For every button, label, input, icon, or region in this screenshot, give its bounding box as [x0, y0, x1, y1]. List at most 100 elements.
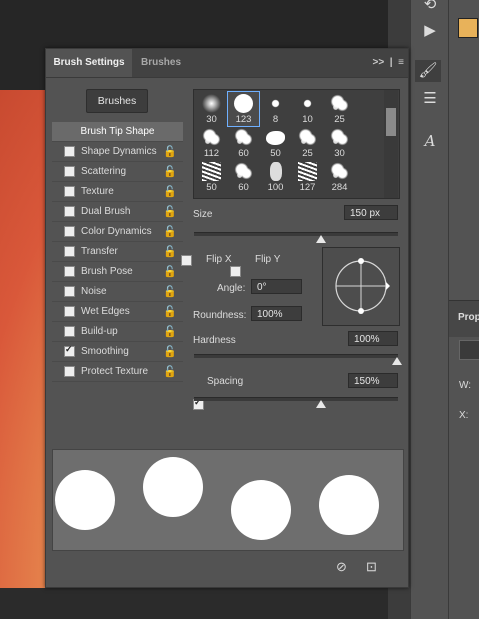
brush-tip-size: 60	[238, 148, 249, 159]
lock-icon[interactable]: 🔓	[163, 345, 177, 358]
scrollbar-thumb[interactable]	[386, 108, 396, 136]
brush-option-checkbox[interactable]	[64, 344, 75, 357]
character-icon[interactable]: A	[417, 130, 443, 152]
brush-grid-scrollbar[interactable]	[384, 90, 398, 198]
brush-tip-preset[interactable]: 123	[227, 91, 260, 127]
brush-option-checkbox[interactable]	[64, 306, 75, 317]
history-icon[interactable]: ⟲	[417, 0, 443, 16]
brush-option-checkbox[interactable]	[64, 326, 75, 337]
brush-tip-preset[interactable]: 112	[196, 126, 227, 160]
brush-tip-preset[interactable]: 30	[324, 126, 355, 160]
brush-option-row[interactable]: Transfer 🔓	[52, 242, 183, 262]
brush-option-row[interactable]: Texture 🔓	[52, 182, 183, 202]
brushes-button[interactable]: Brushes	[86, 89, 148, 113]
tab-brushes[interactable]: Brushes	[134, 49, 188, 77]
panel-dock-toolbar: ⟲ ▶ 🖌 ☰ A	[410, 0, 449, 619]
brush-tip-icon	[202, 128, 221, 147]
brush-tip-icon	[298, 128, 317, 147]
spacing-slider-knob[interactable]	[316, 400, 326, 408]
size-label: Size	[193, 209, 213, 220]
brush-tip-preset[interactable]: 50	[260, 126, 291, 160]
brush-option-checkbox[interactable]	[64, 186, 75, 197]
brush-tip-preset[interactable]: 25	[292, 126, 323, 160]
toggle-preview-icon[interactable]: ⊘	[336, 559, 347, 575]
brush-tip-preset[interactable]: 60	[228, 126, 259, 160]
hardness-input[interactable]: 100%	[348, 331, 398, 346]
foreground-color-swatch[interactable]	[458, 18, 478, 38]
size-slider[interactable]	[194, 232, 398, 236]
brush-tip-grid[interactable]: 30 123 8 10 25 112 60 50 25 30 50 60 100 127 284	[193, 89, 400, 199]
brush-tip-preset[interactable]: 284	[324, 160, 355, 194]
angle-roundness-widget[interactable]	[322, 247, 400, 326]
lock-icon[interactable]: 🔓	[163, 225, 177, 238]
tab-brush-settings[interactable]: Brush Settings	[46, 49, 132, 77]
flip-x-checkbox[interactable]	[181, 255, 192, 266]
brush-option-row[interactable]: Build-up 🔓	[52, 322, 183, 342]
flip-y-checkbox[interactable]	[230, 266, 241, 277]
spacing-input[interactable]: 150%	[348, 373, 398, 388]
brush-option-checkbox[interactable]	[64, 166, 75, 177]
brush-tip-size: 127	[299, 182, 316, 193]
brush-option-checkbox[interactable]	[64, 226, 75, 237]
brush-option-row[interactable]: Shape Dynamics 🔓	[52, 142, 183, 162]
brush-tip-preset[interactable]: 10	[292, 92, 323, 126]
preview-dot	[319, 475, 379, 535]
brush-tip-preset[interactable]: 8	[260, 92, 291, 126]
lock-icon[interactable]: 🔓	[163, 205, 177, 218]
brush-option-checkbox[interactable]	[64, 246, 75, 257]
lock-icon[interactable]: 🔓	[163, 145, 177, 158]
brush-option-label: Dual Brush	[81, 206, 131, 217]
brush-option-row[interactable]: Brush Pose 🔓	[52, 262, 183, 282]
adjustments-icon[interactable]: ☰	[417, 88, 443, 110]
collapse-icon[interactable]: >>	[373, 57, 385, 68]
brush-tip-preset[interactable]: 30	[196, 92, 227, 126]
spacing-slider[interactable]	[194, 397, 398, 401]
lock-icon[interactable]: 🔓	[163, 265, 177, 278]
brush-tip-preset[interactable]: 60	[228, 160, 259, 194]
size-slider-knob[interactable]	[316, 235, 326, 243]
brush-option-row[interactable]: Brush Tip Shape	[52, 122, 183, 142]
lock-icon[interactable]: 🔓	[163, 165, 177, 178]
brush-option-checkbox[interactable]	[64, 206, 75, 217]
brush-option-row[interactable]: Wet Edges 🔓	[52, 302, 183, 322]
brush-option-checkbox[interactable]	[64, 146, 75, 157]
brush-option-label: Protect Texture	[81, 366, 149, 377]
brush-tip-size: 30	[206, 114, 217, 125]
brush-option-row[interactable]: Color Dynamics 🔓	[52, 222, 183, 242]
brush-option-label: Brush Pose	[81, 266, 133, 277]
brush-option-label: Texture	[81, 186, 114, 197]
hardness-slider[interactable]	[194, 354, 398, 358]
brush-tip-preset[interactable]: 25	[324, 92, 355, 126]
lock-icon[interactable]: 🔓	[163, 325, 177, 338]
lock-icon[interactable]: 🔓	[163, 285, 177, 298]
play-icon[interactable]: ▶	[417, 20, 443, 42]
brush-option-row[interactable]: Noise 🔓	[52, 282, 183, 302]
brush-option-label: Wet Edges	[81, 306, 130, 317]
brush-option-checkbox[interactable]	[64, 266, 75, 277]
brush-option-row[interactable]: Scattering 🔓	[52, 162, 183, 182]
brush-tip-preset[interactable]: 50	[196, 160, 227, 194]
brush-option-row[interactable]: Protect Texture 🔓	[52, 362, 183, 382]
hardness-slider-knob[interactable]	[392, 357, 402, 365]
brush-tip-preset[interactable]: 127	[292, 160, 323, 194]
brush-tip-icon	[234, 162, 253, 181]
properties-tab[interactable]: Prop	[449, 300, 479, 337]
brush-option-row[interactable]: Dual Brush 🔓	[52, 202, 183, 222]
lock-icon[interactable]: 🔓	[163, 305, 177, 318]
brush-option-row[interactable]: Smoothing 🔓	[52, 342, 183, 362]
panel-menu-button[interactable]: >> | ≡	[364, 49, 404, 77]
menu-icon[interactable]: ≡	[398, 57, 404, 68]
lock-icon[interactable]: 🔓	[163, 185, 177, 198]
lock-icon[interactable]: 🔓	[163, 245, 177, 258]
brush-tip-size: 112	[203, 148, 220, 159]
lock-icon[interactable]: 🔓	[163, 365, 177, 378]
brush-option-checkbox[interactable]	[64, 366, 75, 377]
brush-option-checkbox[interactable]	[64, 286, 75, 297]
brush-tip-preset[interactable]: 100	[260, 160, 291, 194]
brush-settings-icon[interactable]: 🖌	[415, 60, 441, 82]
new-brush-icon[interactable]: ⊡	[366, 559, 377, 575]
angle-circle-icon[interactable]	[323, 248, 399, 325]
roundness-input[interactable]: 100%	[251, 306, 302, 321]
size-input[interactable]: 150 px	[344, 205, 398, 220]
angle-input[interactable]: 0°	[251, 279, 302, 294]
